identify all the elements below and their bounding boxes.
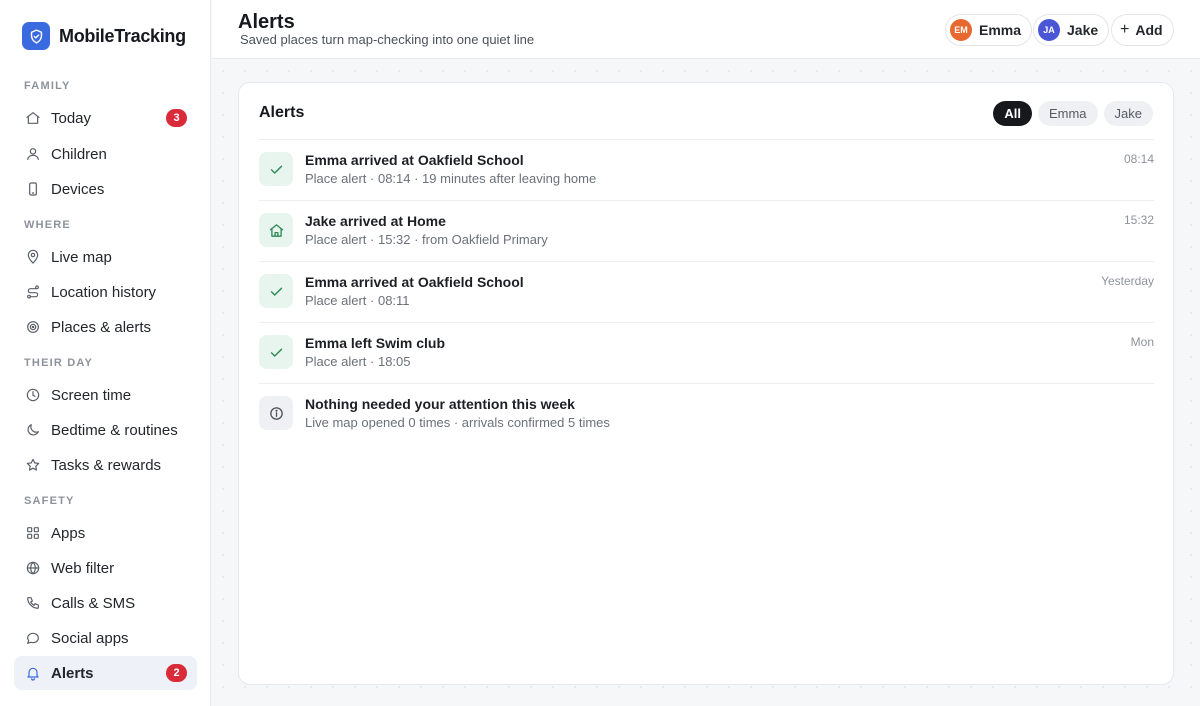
card-title: Alerts	[259, 104, 305, 121]
map-pin-icon	[24, 249, 41, 266]
alert-item[interactable]: Emma left Swim club Place alert · 18:05 …	[259, 322, 1154, 383]
sidebar-item-label: Location history	[51, 283, 157, 301]
sidebar-item-label: Children	[51, 145, 107, 163]
sidebar-item-web-filter[interactable]: Web filter	[14, 551, 197, 585]
alert-time: 08:14	[1123, 152, 1154, 166]
alert-title: Emma arrived at Oakfield School	[305, 152, 524, 168]
home-icon	[24, 110, 41, 127]
avatar: JA	[1038, 19, 1060, 41]
sidebar-item-alerts[interactable]: Alerts 2	[14, 656, 197, 690]
alert-meta: Place alert · 08:14 · 19 minutes after l…	[305, 171, 597, 186]
alert-time: 15:32	[1123, 213, 1154, 227]
route-icon	[24, 284, 41, 301]
alert-meta: Place alert · 08:11	[305, 293, 410, 308]
add-button-label: Add	[1135, 22, 1163, 38]
filter-group: All Emma Jake	[993, 101, 1153, 126]
notification-badge: 2	[166, 664, 187, 682]
alerts-card: Alerts All Emma Jake Emma arrived at Oak…	[238, 82, 1174, 685]
page-subtitle: Saved places turn map-checking into one …	[240, 32, 535, 47]
brand-name: MobileTracking	[59, 25, 186, 46]
alert-title: Emma left Swim club	[305, 335, 446, 351]
sidebar-item-social-apps[interactable]: Social apps	[14, 621, 197, 655]
sidebar-item-bedtime-routines[interactable]: Bedtime & routines	[14, 413, 197, 447]
profile-name: Jake	[1067, 22, 1099, 38]
sidebar: MobileTracking FAMILY Today 3 Children D…	[0, 0, 211, 706]
add-button[interactable]: + Add	[1111, 14, 1174, 46]
profile-chip-emma[interactable]: EM Emma	[945, 14, 1033, 46]
sidebar-item-label: Today	[51, 109, 92, 127]
alert-meta: Live map opened 0 times · arrivals confi…	[305, 415, 610, 430]
check-icon	[259, 335, 293, 369]
notification-badge: 3	[166, 109, 187, 127]
sidebar-item-places-alerts[interactable]: Places & alerts	[14, 310, 197, 344]
plus-icon: +	[1120, 21, 1130, 38]
filter-emma[interactable]: Emma	[1037, 101, 1098, 126]
brand[interactable]: MobileTracking	[22, 22, 186, 50]
info-icon	[259, 396, 293, 430]
sidebar-item-calls-sms[interactable]: Calls & SMS	[14, 586, 197, 620]
sidebar-item-devices[interactable]: Devices	[14, 172, 197, 206]
avatar: EM	[950, 19, 972, 41]
clock-icon	[24, 387, 41, 404]
filter-jake[interactable]: Jake	[1103, 101, 1153, 126]
page-title: Alerts	[238, 11, 295, 33]
sidebar-item-screen-time[interactable]: Screen time	[14, 378, 197, 412]
sidebar-item-children[interactable]: Children	[14, 137, 197, 171]
sidebar-item-today[interactable]: Today 3	[14, 101, 197, 135]
sidebar-item-label: Devices	[51, 180, 105, 198]
sidebar-item-location-history[interactable]: Location history	[14, 275, 197, 309]
sidebar-item-label: Web filter	[51, 559, 115, 577]
globe-icon	[24, 560, 41, 577]
main-content: Alerts All Emma Jake Emma arrived at Oak…	[212, 60, 1200, 706]
grid-icon	[24, 525, 41, 542]
check-icon	[259, 152, 293, 186]
bell-icon	[24, 665, 41, 682]
alert-item[interactable]: Emma arrived at Oakfield School Place al…	[259, 261, 1154, 322]
home-icon	[259, 213, 293, 247]
page-header: Alerts Saved places turn map-checking in…	[212, 0, 1200, 59]
alert-item[interactable]: Jake arrived at Home Place alert · 15:32…	[259, 200, 1154, 261]
sidebar-item-label: Places & alerts	[51, 318, 152, 336]
alert-meta: Place alert · 18:05	[305, 354, 411, 369]
chat-icon	[24, 630, 41, 647]
sidebar-item-label: Live map	[51, 248, 112, 266]
profile-name: Emma	[979, 22, 1022, 38]
profile-chip-jake[interactable]: JA Jake	[1033, 14, 1110, 46]
alert-meta: Place alert · 15:32 · from Oakfield Prim…	[305, 232, 548, 247]
sidebar-item-label: Tasks & rewards	[51, 456, 162, 474]
phone-icon	[24, 181, 41, 198]
section-family: FAMILY	[24, 80, 71, 92]
sidebar-item-label: Social apps	[51, 629, 129, 647]
check-icon	[259, 274, 293, 308]
user-icon	[24, 146, 41, 163]
sidebar-item-label: Calls & SMS	[51, 594, 136, 612]
sidebar-item-live-map[interactable]: Live map	[14, 240, 197, 274]
sidebar-item-label: Apps	[51, 524, 86, 542]
sidebar-item-label: Screen time	[51, 386, 132, 404]
alert-item[interactable]: Emma arrived at Oakfield School Place al…	[259, 139, 1154, 200]
alert-summary: Nothing needed your attention this week …	[259, 383, 1154, 444]
section-their-day: THEIR DAY	[24, 357, 94, 369]
shield-logo-icon	[22, 22, 50, 50]
alert-title: Jake arrived at Home	[305, 213, 446, 229]
filter-all[interactable]: All	[993, 101, 1032, 126]
target-icon	[24, 319, 41, 336]
star-icon	[24, 457, 41, 474]
alert-title: Emma arrived at Oakfield School	[305, 274, 524, 290]
alert-time: Yesterday	[1101, 274, 1154, 288]
phone-call-icon	[24, 595, 41, 612]
sidebar-item-tasks-rewards[interactable]: Tasks & rewards	[14, 448, 197, 482]
section-safety: SAFETY	[24, 495, 75, 507]
moon-icon	[24, 422, 41, 439]
alert-list: Emma arrived at Oakfield School Place al…	[259, 139, 1154, 444]
sidebar-item-label: Alerts	[51, 664, 94, 682]
sidebar-item-label: Bedtime & routines	[51, 421, 178, 439]
alert-title: Nothing needed your attention this week	[305, 396, 575, 412]
sidebar-item-apps[interactable]: Apps	[14, 516, 197, 550]
alert-time: Mon	[1130, 335, 1154, 349]
section-where: WHERE	[24, 219, 71, 231]
